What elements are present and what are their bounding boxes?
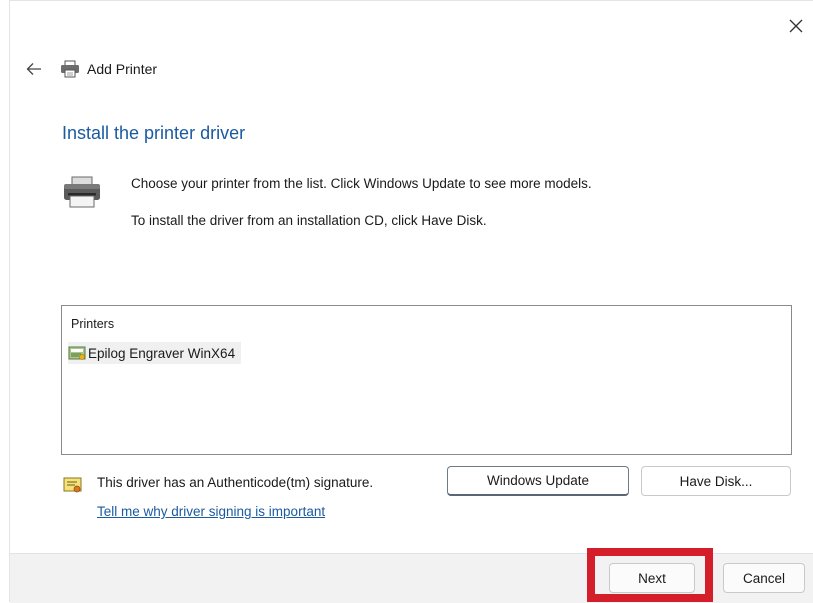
list-item[interactable]: Epilog Engraver WinX64 [68,342,242,364]
back-arrow-icon [26,63,41,75]
navigation-bar: Add Printer [22,57,157,81]
page-title: Install the printer driver [62,123,246,143]
windows-update-button[interactable]: Windows Update [447,466,629,496]
instruction-text: Choose your printer from the list. Click… [131,176,592,191]
signature-status-text: This driver has an Authenticode(tm) sign… [97,475,374,490]
close-button[interactable] [785,15,807,37]
driver-icon [68,346,86,360]
next-button[interactable]: Next [609,563,695,593]
close-icon [789,19,803,33]
printer-icon [60,59,80,79]
window-title: Add Printer [87,61,158,77]
cancel-button[interactable]: Cancel [723,563,805,593]
list-header: Printers [71,317,115,331]
have-disk-button[interactable]: Have Disk... [641,466,791,496]
certificate-icon [63,475,83,495]
instruction-text-have-disk: To install the driver from an installati… [131,213,487,228]
printer-icon [62,176,102,212]
back-button[interactable] [22,57,46,81]
printer-list[interactable]: Printers Epilog Engraver WinX64 [61,305,792,455]
add-printer-window: Add Printer Install the printer driver C… [9,0,813,603]
driver-signing-link[interactable]: Tell me why driver signing is important [97,504,325,519]
list-item-label: Epilog Engraver WinX64 [88,345,236,361]
